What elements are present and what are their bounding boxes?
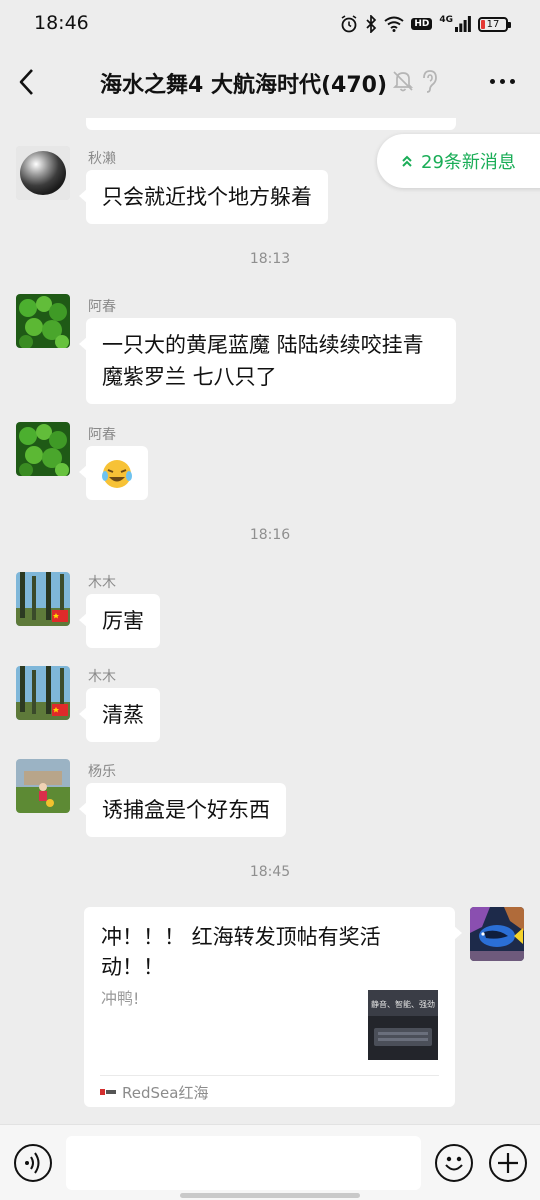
network-label: 4G: [439, 16, 471, 32]
smiley-icon: [445, 1156, 463, 1171]
forest-avatar: [16, 666, 70, 720]
sender-name: 秋濑: [88, 151, 116, 167]
blue-tang-fish-avatar: [470, 907, 524, 961]
avatar[interactable]: [16, 422, 70, 476]
avatar[interactable]: [16, 294, 70, 348]
message-row: 木木 厉害: [16, 572, 524, 652]
back-button[interactable]: [12, 64, 44, 100]
message-bubble[interactable]: 诱捕盒是个好东西: [79, 783, 286, 837]
link-card-source-name: RedSea红海: [122, 1083, 209, 1102]
laughing-crying-emoji-icon: [102, 460, 132, 488]
ear-icon: [423, 70, 437, 93]
double-chevron-up-icon: [402, 155, 412, 167]
clover-avatar: [16, 422, 70, 476]
message-bubble[interactable]: 清蒸: [79, 688, 160, 742]
status-bar: 18:46 HD 4G 17: [0, 0, 540, 46]
link-card-thumbnail-caption: 静音、智能、强劲: [371, 1000, 435, 1009]
sender-name: 木木: [88, 575, 116, 591]
message-bubble[interactable]: 只会就近找个地方躲着: [79, 170, 328, 224]
message-row: 阿春: [16, 422, 524, 502]
more-dot: [499, 78, 505, 84]
clover-avatar: [16, 294, 70, 348]
message-row: 杨乐 诱捕盒是个好东西: [16, 759, 524, 839]
hd-badge: HD: [411, 18, 433, 30]
new-messages-label: 29条新消息: [421, 152, 516, 173]
sender-name: 木木: [88, 669, 116, 685]
signal-icon: [455, 16, 471, 32]
page-title: 海水之舞4 大航海时代(470): [100, 73, 387, 98]
message-input[interactable]: [66, 1136, 421, 1190]
avatar[interactable]: [16, 146, 70, 200]
more-dot: [509, 78, 515, 84]
message-text: 清蒸: [102, 703, 144, 727]
link-card[interactable]: 冲！！！ 红海转发顶帖有奖活动！！ 冲鸭! 静音、智能、强劲 RedSea红海: [84, 907, 462, 1107]
chevron-left-icon: [19, 69, 33, 95]
link-card-thumbnail: 静音、智能、强劲: [368, 990, 438, 1060]
new-messages-button[interactable]: 29条新消息: [377, 134, 540, 188]
silver-sphere-avatar: [16, 146, 70, 200]
avatar[interactable]: [16, 572, 70, 626]
voice-icon: [25, 1152, 40, 1174]
message-text: 厉害: [102, 609, 144, 633]
message-bubble[interactable]: 厉害: [79, 594, 160, 648]
message-text: 一只大的黄尾蓝魔 陆陆续续咬挂青魔紫罗兰 七八只了: [102, 333, 424, 389]
battery-icon: 17: [478, 16, 511, 32]
timestamp: 18:16: [249, 527, 291, 543]
home-indicator: [180, 1193, 360, 1198]
link-card-source: RedSea红海: [100, 1083, 209, 1102]
redsea-logo-icon: [100, 1089, 116, 1095]
more-dot: [489, 78, 495, 84]
message-text: 诱捕盒是个好东西: [102, 798, 270, 822]
timestamp: 18:45: [249, 864, 291, 880]
child-avatar: [16, 759, 70, 813]
chat-screen: 18:46 HD 4G 17 海水之舞4 大航海时代(470) 29条新消息 秋…: [0, 0, 540, 1200]
more-functions-button[interactable]: [489, 1144, 527, 1182]
sender-name: 杨乐: [88, 764, 116, 780]
battery-level: 17: [486, 18, 500, 30]
message-bubble[interactable]: 一只大的黄尾蓝魔 陆陆续续咬挂青魔紫罗兰 七八只了: [79, 318, 456, 404]
wifi-icon: [384, 16, 404, 32]
more-button[interactable]: [484, 68, 520, 94]
bell-off-icon: [392, 71, 414, 92]
message-bubble[interactable]: [79, 446, 148, 500]
avatar[interactable]: [16, 666, 70, 720]
sender-name: 阿春: [88, 299, 116, 315]
avatar[interactable]: [470, 907, 524, 961]
input-bar: [0, 1124, 540, 1200]
message-row: 阿春 一只大的黄尾蓝魔 陆陆续续咬挂青魔紫罗兰 七八只了: [16, 294, 524, 406]
sender-name: 阿春: [88, 427, 116, 443]
message-text: 只会就近找个地方躲着: [102, 185, 312, 209]
timestamp: 18:13: [249, 251, 291, 267]
emoji-button[interactable]: [435, 1144, 473, 1182]
chat-header: 海水之舞4 大航海时代(470): [0, 46, 540, 118]
bluetooth-icon: [366, 15, 377, 33]
link-card-title: 冲！！！ 红海转发顶帖有奖活动！！: [101, 925, 381, 979]
message-bubble-partial: [86, 118, 456, 130]
status-time: 18:46: [34, 12, 89, 34]
forest-avatar: [16, 572, 70, 626]
network-type: 4G: [439, 15, 453, 25]
divider: [100, 1075, 439, 1076]
avatar[interactable]: [16, 759, 70, 813]
plus-icon: [498, 1153, 518, 1173]
link-card-description: 冲鸭!: [101, 989, 140, 1008]
status-icons: HD 4G 17: [340, 14, 511, 34]
message-row: 木木 清蒸: [16, 666, 524, 746]
voice-button[interactable]: [14, 1144, 52, 1182]
alarm-icon: [341, 15, 357, 33]
